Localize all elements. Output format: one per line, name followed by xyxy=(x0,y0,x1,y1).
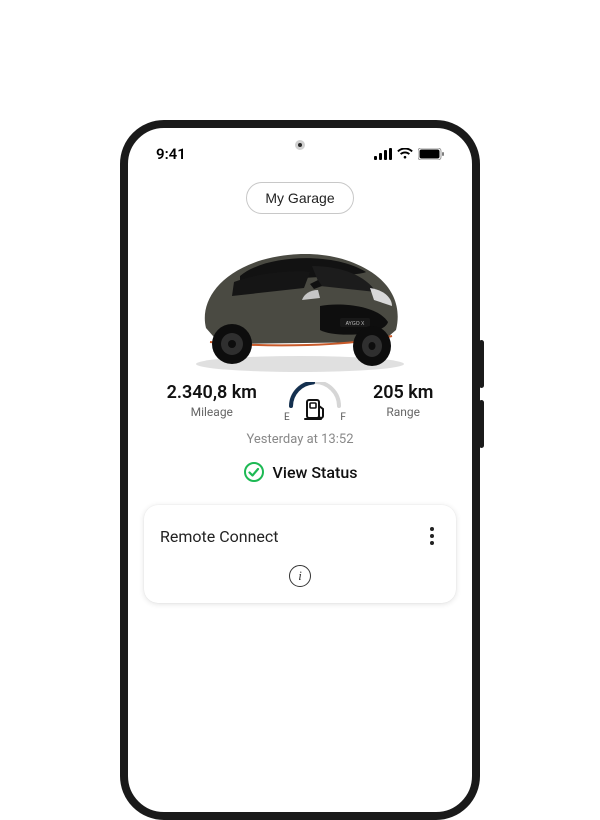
view-status-button[interactable]: View Status xyxy=(144,461,456,483)
remote-connect-title: Remote Connect xyxy=(160,527,279,546)
status-bar: 9:41 xyxy=(128,132,472,176)
fuel-gauge: E F xyxy=(283,382,347,423)
screen-content: My Garage AYGO X xyxy=(128,176,472,603)
mileage-value: 2.340,8 km xyxy=(167,382,257,403)
stats-row: 2.340,8 km Mileage E F xyxy=(144,382,456,423)
status-icons xyxy=(374,148,444,160)
vehicle-image: AYGO X xyxy=(170,226,430,376)
info-icon[interactable]: i xyxy=(289,565,311,587)
phone-frame: 9:41 My Garage xyxy=(120,120,480,820)
phone-side-button-icon xyxy=(479,400,484,448)
cellular-icon xyxy=(374,148,392,160)
phone-side-button-icon xyxy=(479,340,484,388)
remote-connect-card: Remote Connect i xyxy=(144,505,456,603)
last-update-timestamp: Yesterday at 13:52 xyxy=(144,432,456,447)
status-time: 9:41 xyxy=(156,145,186,163)
fuel-empty-label: E xyxy=(284,412,290,423)
battery-icon xyxy=(418,148,444,160)
range-value: 205 km xyxy=(373,382,433,403)
wifi-icon xyxy=(397,148,413,160)
status-ok-icon xyxy=(243,461,265,483)
mileage-label: Mileage xyxy=(167,405,257,419)
range-label: Range xyxy=(373,405,433,419)
mileage-stat: 2.340,8 km Mileage xyxy=(167,382,257,419)
view-status-label: View Status xyxy=(273,463,358,482)
svg-text:AYGO X: AYGO X xyxy=(346,321,365,327)
camera-notch-icon xyxy=(295,140,305,150)
fuel-full-label: F xyxy=(340,412,346,423)
my-garage-button[interactable]: My Garage xyxy=(246,182,353,214)
range-stat: 205 km Range xyxy=(373,382,433,419)
more-options-button[interactable] xyxy=(424,521,440,551)
